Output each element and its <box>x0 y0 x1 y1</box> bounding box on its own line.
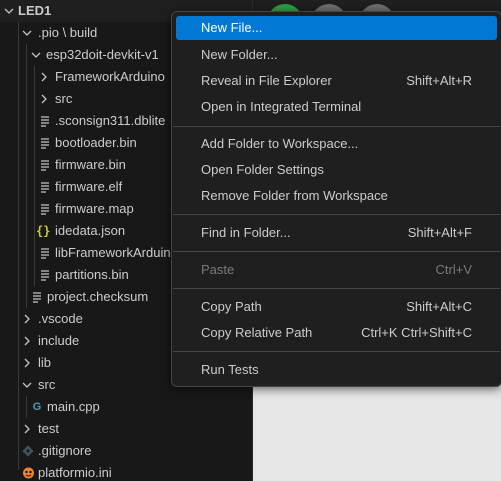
menu-item-shortcut: Shift+Alt+R <box>406 73 472 88</box>
menu-item-reveal-in-file-explorer[interactable]: Reveal in File Explorer Shift+Alt+R <box>176 69 497 93</box>
tree-item-label: project.checksum <box>47 289 149 304</box>
menu-item-copy-relative-path[interactable]: Copy Relative Path Ctrl+K Ctrl+Shift+C <box>176 321 497 345</box>
chevron-down-icon <box>20 374 34 398</box>
menu-separator <box>173 251 500 252</box>
file-lines-icon <box>30 286 44 310</box>
chevron-down-icon <box>2 0 16 24</box>
menu-item-label: New File... <box>201 20 263 35</box>
menu-item-remove-folder-from-workspace[interactable]: Remove Folder from Workspace <box>176 184 497 208</box>
tree-item-label: firmware.map <box>55 201 134 216</box>
menu-item-label: Add Folder to Workspace... <box>201 136 359 151</box>
menu-item-new-folder[interactable]: New Folder... <box>176 43 497 67</box>
menu-separator <box>173 126 500 127</box>
chevron-down-icon <box>29 44 43 68</box>
menu-item-open-folder-settings[interactable]: Open Folder Settings <box>176 158 497 182</box>
tree-item-label: FrameworkArduino <box>55 69 165 84</box>
tree-item-label: .gitignore <box>38 443 92 458</box>
menu-item-open-in-terminal[interactable]: Open in Integrated Terminal <box>176 95 497 119</box>
menu-item-label: New Folder... <box>201 47 278 62</box>
tree-item-label: partitions.bin <box>55 267 129 282</box>
menu-item-new-file[interactable]: New File... <box>176 16 497 40</box>
tree-item-label: src <box>38 377 56 392</box>
tree-item-label: .pio \ build <box>38 25 98 40</box>
tree-item-label: .vscode <box>38 311 83 326</box>
chevron-right-icon <box>37 88 51 112</box>
chevron-right-icon <box>20 330 34 354</box>
file-lines-icon <box>38 110 52 134</box>
chevron-right-icon <box>20 308 34 332</box>
tree-item-file[interactable]: .gitignore <box>0 440 252 462</box>
tree-item-label: main.cpp <box>47 399 100 414</box>
tree-item-label: platformio.ini <box>38 465 112 480</box>
platformio-icon <box>21 462 35 481</box>
tree-item-file[interactable]: G main.cpp <box>0 396 252 418</box>
json-braces-icon: {} <box>36 224 51 238</box>
file-lines-icon <box>38 198 52 222</box>
file-lines-icon <box>38 176 52 200</box>
tree-item-label: lib <box>38 355 52 370</box>
cpp-icon: G <box>32 401 42 413</box>
menu-item-label: Copy Path <box>201 299 262 314</box>
menu-item-label: Find in Folder... <box>201 225 291 240</box>
menu-item-label: Reveal in File Explorer <box>201 73 332 88</box>
chevron-right-icon <box>20 352 34 376</box>
menu-item-paste[interactable]: Paste Ctrl+V <box>176 258 497 282</box>
menu-item-shortcut: Shift+Alt+F <box>407 225 472 240</box>
tree-item-label: firmware.elf <box>55 179 123 194</box>
menu-item-shortcut: Ctrl+K Ctrl+Shift+C <box>361 325 472 340</box>
tree-item-file[interactable]: platformio.ini <box>0 462 252 481</box>
tree-item-label: test <box>38 421 59 436</box>
menu-item-label: Open in Integrated Terminal <box>201 99 362 114</box>
menu-item-shortcut: Ctrl+V <box>435 262 472 277</box>
menu-item-label: Remove Folder from Workspace <box>201 188 388 203</box>
menu-item-label: Open Folder Settings <box>201 162 324 177</box>
file-lines-icon <box>38 132 52 156</box>
chevron-right-icon <box>20 418 34 442</box>
menu-separator <box>173 214 500 215</box>
explorer-root-label: LED1 <box>18 3 52 18</box>
menu-item-label: Copy Relative Path <box>201 325 313 340</box>
tree-item-label: firmware.bin <box>55 157 126 172</box>
menu-separator <box>173 351 500 352</box>
tree-item-label: idedata.json <box>55 223 126 238</box>
menu-separator <box>173 288 500 289</box>
tree-item-folder[interactable]: test <box>0 418 252 440</box>
gitignore-icon <box>21 440 35 464</box>
menu-item-shortcut: Shift+Alt+C <box>406 299 472 314</box>
menu-item-label: Run Tests <box>201 362 259 377</box>
menu-item-copy-path[interactable]: Copy Path Shift+Alt+C <box>176 295 497 319</box>
tree-item-label: include <box>38 333 80 348</box>
menu-item-label: Paste <box>201 262 235 277</box>
tree-item-label: src <box>55 91 73 106</box>
file-lines-icon <box>38 264 52 288</box>
context-menu: New File... New Folder... Reveal in File… <box>171 11 501 387</box>
file-lines-icon <box>38 154 52 178</box>
menu-item-find-in-folder[interactable]: Find in Folder... Shift+Alt+F <box>176 221 497 245</box>
tree-item-label: .sconsign311.dblite <box>55 113 166 128</box>
tree-item-label: esp32doit-devkit-v1 <box>46 47 159 62</box>
menu-item-add-folder-to-workspace[interactable]: Add Folder to Workspace... <box>176 132 497 156</box>
tree-item-label: libFrameworkArduino <box>55 245 178 260</box>
chevron-down-icon <box>20 22 34 46</box>
menu-item-run-tests[interactable]: Run Tests <box>176 358 497 382</box>
chevron-right-icon <box>37 66 51 90</box>
file-lines-icon <box>38 242 52 266</box>
tree-item-label: bootloader.bin <box>55 135 137 150</box>
